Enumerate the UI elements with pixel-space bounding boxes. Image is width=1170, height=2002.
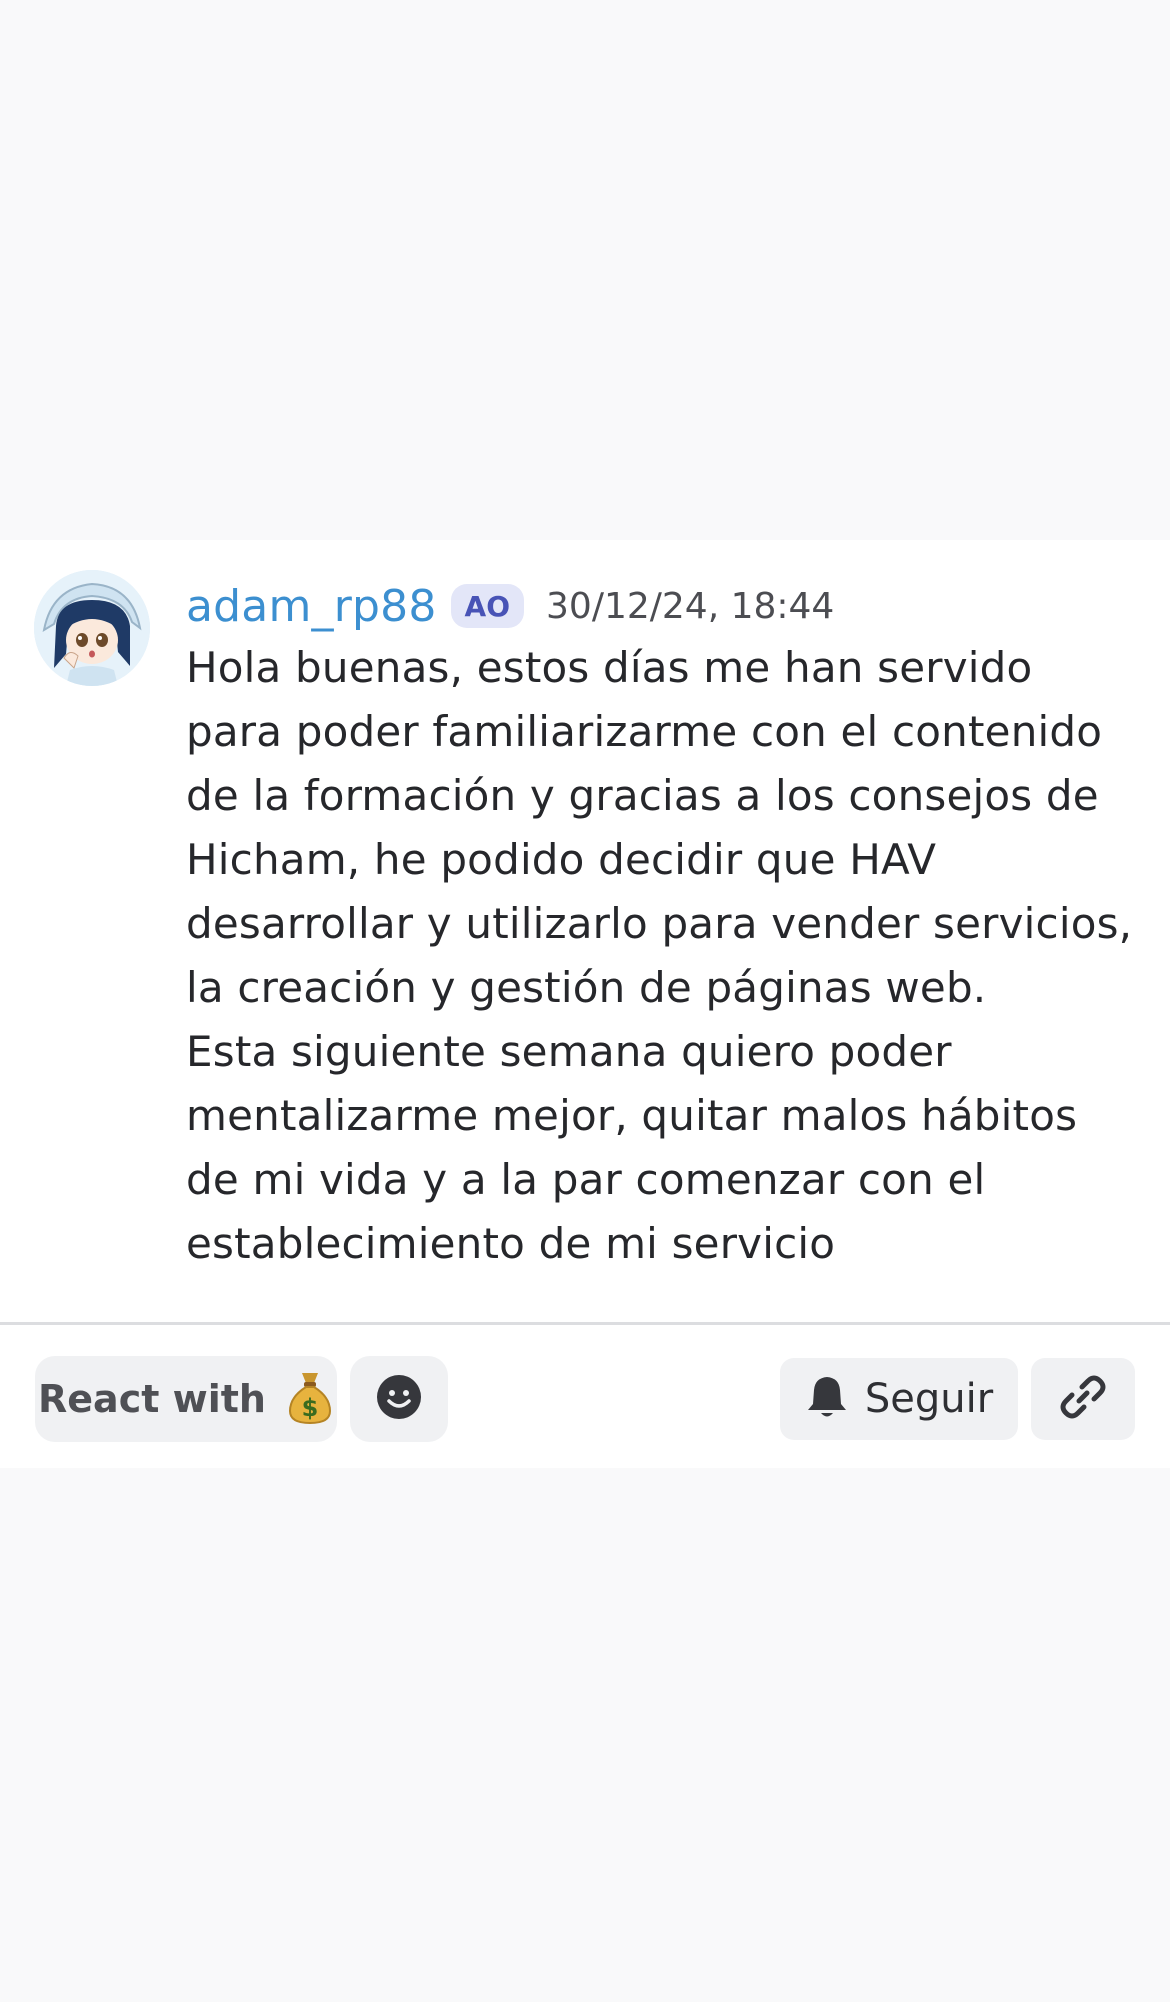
money-bag-icon: $: [286, 1369, 334, 1429]
empty-area-bottom: [0, 1468, 1170, 2002]
message-header: adam_rp88 AO 30/12/24, 18:44: [186, 576, 834, 636]
message-body: Hola buenas, estos días me han servido p…: [186, 643, 1133, 1268]
follow-button[interactable]: Seguir: [780, 1358, 1018, 1440]
user-tag-badge[interactable]: AO: [450, 584, 525, 628]
react-with-label: React with: [38, 1377, 266, 1421]
smiley-face-icon: [375, 1373, 423, 1425]
username[interactable]: adam_rp88: [186, 581, 437, 632]
timestamp: 30/12/24, 18:44: [546, 585, 835, 627]
follow-label: Seguir: [864, 1376, 994, 1422]
empty-area-top: [0, 0, 1170, 540]
react-with-button[interactable]: React with $: [35, 1356, 337, 1442]
divider: [0, 1322, 1170, 1325]
link-icon: [1058, 1372, 1108, 1426]
add-reaction-button[interactable]: [350, 1356, 448, 1442]
copy-link-button[interactable]: [1031, 1358, 1135, 1440]
message-card: adam_rp88 AO 30/12/24, 18:44 Hola buenas…: [0, 540, 1170, 1468]
bell-icon: [805, 1374, 849, 1424]
action-bar: React with $ Seguir: [0, 1326, 1170, 1468]
avatar[interactable]: [34, 570, 150, 686]
svg-text:$: $: [302, 1394, 319, 1422]
